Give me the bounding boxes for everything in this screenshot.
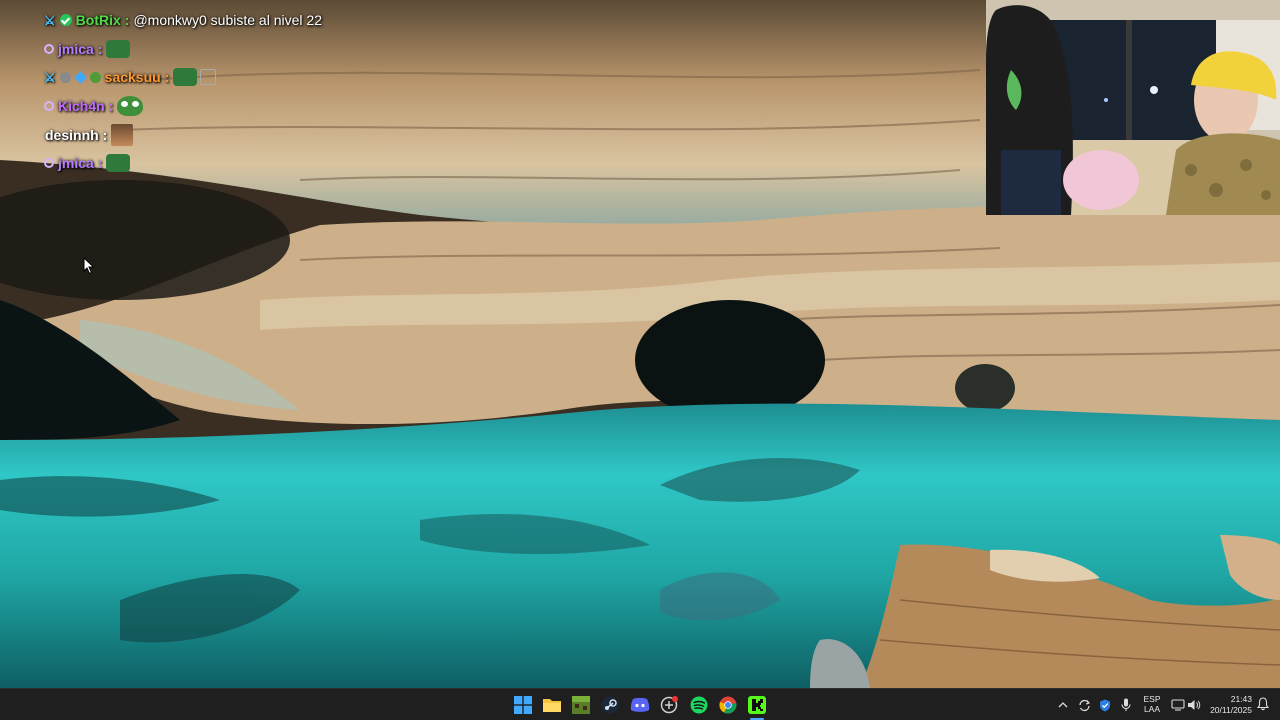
chat-colon: : [97, 40, 103, 57]
pepe-emote [117, 96, 144, 117]
kick-icon[interactable] [746, 694, 768, 716]
security-shield-icon[interactable] [1097, 696, 1113, 714]
chat-message: Kich4n : [44, 92, 464, 121]
sync-icon[interactable] [1076, 696, 1092, 714]
chat-message: jmica : [44, 149, 464, 178]
mouse-cursor-icon [83, 257, 95, 275]
clock-time: 21:43 [1230, 694, 1252, 704]
chat-colon: : [102, 126, 108, 143]
language-line1: ESP [1143, 694, 1161, 704]
chat-username[interactable]: desinnh [45, 127, 99, 143]
moderator-sword-icon: ⚔ [44, 12, 56, 28]
subscriber-ring-icon [44, 43, 54, 54]
chat-username[interactable]: sacksuu [105, 69, 161, 85]
chat-message: jmica : [44, 35, 464, 64]
steam-icon[interactable] [599, 694, 621, 716]
chat-colon: : [164, 69, 170, 86]
blue-cube-badge-icon [73, 71, 87, 84]
taskbar: ESP LAA 21:43 20/11/2025 [0, 688, 1280, 720]
stream-chat-overlay: ⚔ BotRix : @monkwy0 subiste al nivel 22 … [44, 6, 464, 178]
chrome-icon[interactable] [717, 694, 739, 716]
language-line2: LAA [1143, 704, 1161, 714]
spotify-icon[interactable] [688, 694, 710, 716]
discord-icon[interactable] [629, 694, 651, 716]
chat-username[interactable]: BotRix [76, 12, 121, 28]
chat-message: desinnh : [44, 120, 464, 149]
chat-username[interactable]: jmica [58, 155, 94, 171]
chat-colon: : [124, 12, 130, 29]
game-app-icon[interactable] [658, 694, 680, 716]
clock-date: 20/11/2025 [1210, 705, 1252, 715]
taskbar-clock[interactable]: 21:43 20/11/2025 [1204, 694, 1252, 716]
frog-badge-icon [89, 71, 101, 83]
webcam-overlay [986, 0, 1280, 215]
gift-emote-icon [200, 69, 217, 86]
chat-colon: : [108, 98, 114, 115]
chat-username[interactable]: jmica [58, 41, 94, 57]
subscriber-ring-icon [44, 158, 54, 169]
moderator-sword-icon: ⚔ [44, 69, 56, 85]
windows-start-icon[interactable] [512, 694, 534, 716]
webcam-feed [986, 0, 1280, 215]
notification-bell-icon[interactable] [1257, 697, 1269, 711]
chat-colon: : [97, 155, 103, 172]
minecraft-launcher-icon[interactable] [570, 694, 592, 716]
microphone-icon[interactable] [1119, 696, 1133, 714]
speaker-icon[interactable] [1186, 696, 1202, 714]
green-emote [173, 68, 198, 87]
verified-check-icon [59, 14, 72, 27]
language-indicator[interactable]: ESP LAA [1141, 694, 1163, 714]
chevron-up-icon[interactable] [1057, 696, 1069, 714]
network-icon[interactable] [1170, 696, 1186, 714]
green-emote [106, 154, 131, 173]
face-emote [111, 123, 134, 146]
grey-badge-icon [59, 71, 71, 83]
green-emote [106, 39, 131, 58]
chat-username[interactable]: Kich4n [58, 98, 105, 114]
subscriber-ring-icon [44, 101, 54, 112]
chat-message: ⚔ sacksuu : [44, 63, 464, 92]
chat-message: ⚔ BotRix : @monkwy0 subiste al nivel 22 [44, 6, 464, 35]
chat-text: @monkwy0 subiste al nivel 22 [133, 12, 322, 29]
file-explorer-icon[interactable] [541, 694, 563, 716]
